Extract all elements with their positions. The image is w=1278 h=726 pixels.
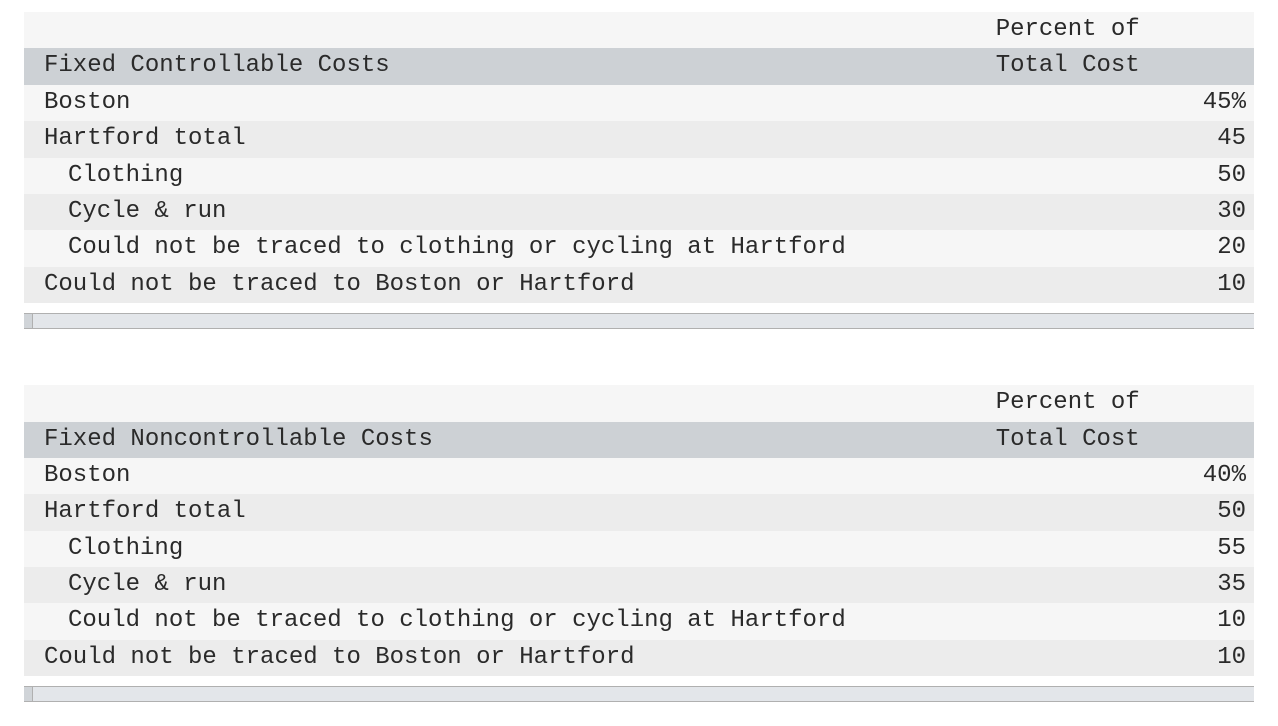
row-label: Hartford total xyxy=(24,494,996,530)
row-value: 45 xyxy=(996,121,1254,157)
row-label: Boston xyxy=(24,85,996,121)
table-header-main: Fixed Noncontrollable Costs Total Cost xyxy=(24,422,1254,458)
table-row: Could not be traced to Boston or Hartfor… xyxy=(24,640,1254,676)
row-label: Could not be traced to Boston or Hartfor… xyxy=(24,640,996,676)
row-value: 10 xyxy=(996,267,1254,303)
table-row: Clothing 55 xyxy=(24,531,1254,567)
table-row: Hartford total 45 xyxy=(24,121,1254,157)
row-value: 50 xyxy=(996,158,1254,194)
row-label: Cycle & run xyxy=(24,194,996,230)
table-row: Could not be traced to clothing or cycli… xyxy=(24,230,1254,266)
table-title: Fixed Controllable Costs xyxy=(24,48,996,84)
row-value: 10 xyxy=(996,640,1254,676)
row-label: Cycle & run xyxy=(24,567,996,603)
table-row: Cycle & run 35 xyxy=(24,567,1254,603)
table-row: Could not be traced to clothing or cycli… xyxy=(24,603,1254,639)
horizontal-scrollbar[interactable] xyxy=(24,686,1254,702)
row-label: Could not be traced to Boston or Hartfor… xyxy=(24,267,996,303)
value-header-line2: Total Cost xyxy=(996,422,1254,458)
horizontal-scrollbar[interactable] xyxy=(24,313,1254,329)
table-header-main: Fixed Controllable Costs Total Cost xyxy=(24,48,1254,84)
row-value: 50 xyxy=(996,494,1254,530)
controllable-costs-table: Percent of Fixed Controllable Costs Tota… xyxy=(24,12,1254,303)
row-label: Hartford total xyxy=(24,121,996,157)
noncontrollable-costs-table: Percent of Fixed Noncontrollable Costs T… xyxy=(24,385,1254,676)
value-header-line1: Percent of xyxy=(996,385,1254,421)
value-header-line2: Total Cost xyxy=(996,48,1254,84)
row-label: Clothing xyxy=(24,158,996,194)
table-header-top: Percent of xyxy=(24,12,1254,48)
header-blank xyxy=(24,12,996,48)
row-label: Clothing xyxy=(24,531,996,567)
table-row: Could not be traced to Boston or Hartfor… xyxy=(24,267,1254,303)
table-row: Hartford total 50 xyxy=(24,494,1254,530)
row-value: 20 xyxy=(996,230,1254,266)
table-row: Boston 40% xyxy=(24,458,1254,494)
row-label: Could not be traced to clothing or cycli… xyxy=(24,603,996,639)
table-title: Fixed Noncontrollable Costs xyxy=(24,422,996,458)
row-value: 55 xyxy=(996,531,1254,567)
row-value: 40% xyxy=(996,458,1254,494)
table-row: Boston 45% xyxy=(24,85,1254,121)
table-header-top: Percent of xyxy=(24,385,1254,421)
page: Percent of Fixed Controllable Costs Tota… xyxy=(0,0,1278,726)
row-label: Could not be traced to clothing or cycli… xyxy=(24,230,996,266)
table-gap xyxy=(24,329,1254,385)
value-header-line1: Percent of xyxy=(996,12,1254,48)
row-value: 30 xyxy=(996,194,1254,230)
row-label: Boston xyxy=(24,458,996,494)
table-row: Cycle & run 30 xyxy=(24,194,1254,230)
row-value: 45% xyxy=(996,85,1254,121)
row-value: 35 xyxy=(996,567,1254,603)
table-row: Clothing 50 xyxy=(24,158,1254,194)
row-value: 10 xyxy=(996,603,1254,639)
header-blank xyxy=(24,385,996,421)
